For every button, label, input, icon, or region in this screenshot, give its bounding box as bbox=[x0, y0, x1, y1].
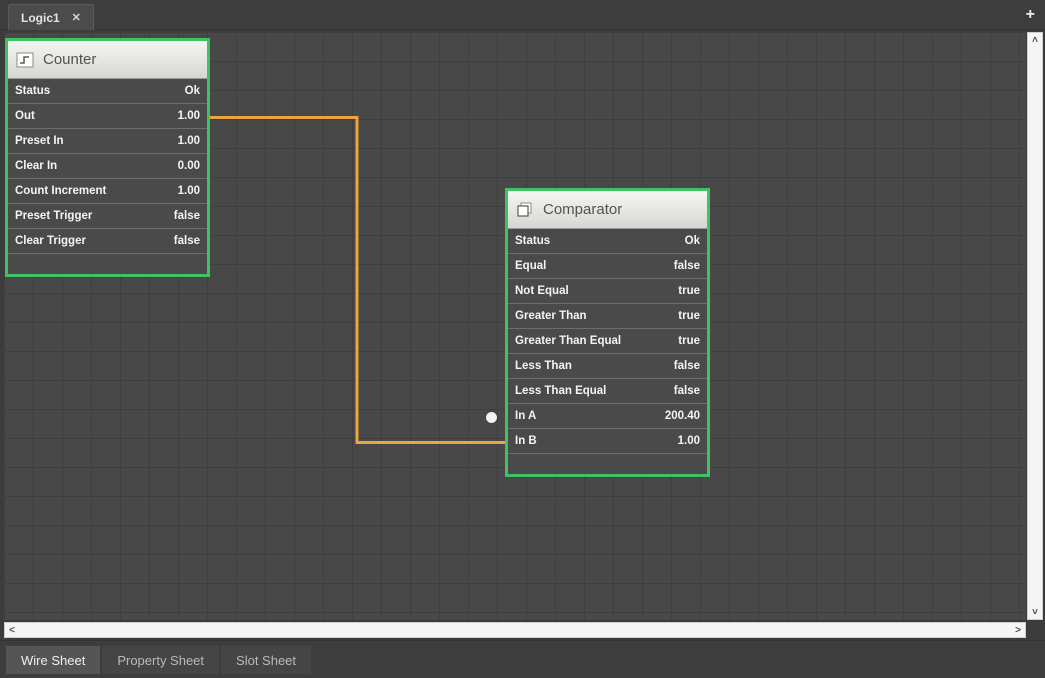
row-preset-trigger[interactable]: Preset Trigger false bbox=[8, 204, 207, 229]
tab-logic1-label: Logic1 bbox=[21, 11, 60, 25]
property-value: false bbox=[674, 385, 700, 397]
row-clear-trigger[interactable]: Clear Trigger false bbox=[8, 229, 207, 254]
property-value: 0.00 bbox=[178, 160, 200, 172]
property-name: Greater Than Equal bbox=[515, 335, 621, 347]
horizontal-scrollbar[interactable]: < > bbox=[4, 622, 1026, 638]
property-name: Not Equal bbox=[515, 285, 569, 297]
property-name: Out bbox=[15, 110, 35, 122]
property-name: Greater Than bbox=[515, 310, 587, 322]
property-name: Less Than Equal bbox=[515, 385, 606, 397]
property-name: Less Than bbox=[515, 360, 572, 372]
scroll-up-icon[interactable]: ˄ bbox=[1028, 33, 1042, 47]
row-greater-than[interactable]: Greater Than true bbox=[508, 304, 707, 329]
row-status[interactable]: Status Ok bbox=[8, 79, 207, 104]
counter-icon bbox=[16, 52, 34, 68]
scroll-down-icon[interactable]: ˅ bbox=[1028, 605, 1042, 619]
row-less-than-equal[interactable]: Less Than Equal false bbox=[508, 379, 707, 404]
property-name: Status bbox=[515, 235, 550, 247]
property-value: false bbox=[174, 210, 200, 222]
row-less-than[interactable]: Less Than false bbox=[508, 354, 707, 379]
row-equal[interactable]: Equal false bbox=[508, 254, 707, 279]
row-clear-in[interactable]: Clear In 0.00 bbox=[8, 154, 207, 179]
property-value: 1.00 bbox=[178, 135, 200, 147]
property-value: 1.00 bbox=[678, 435, 700, 447]
tab-label: Property Sheet bbox=[117, 653, 204, 668]
comparator-icon bbox=[516, 202, 534, 218]
property-name: Clear In bbox=[15, 160, 57, 172]
row-in-a[interactable]: In A 200.40 bbox=[508, 404, 707, 429]
row-status[interactable]: Status Ok bbox=[508, 229, 707, 254]
property-value: Ok bbox=[685, 235, 700, 247]
property-value: true bbox=[678, 310, 700, 322]
block-counter-header[interactable]: Counter bbox=[8, 41, 207, 79]
block-footer bbox=[508, 454, 707, 474]
property-name: In A bbox=[515, 410, 536, 422]
property-name: Status bbox=[15, 85, 50, 97]
tab-label: Slot Sheet bbox=[236, 653, 296, 668]
property-value: false bbox=[674, 360, 700, 372]
property-value: Ok bbox=[185, 85, 200, 97]
block-title: Counter bbox=[43, 51, 96, 68]
property-name: Equal bbox=[515, 260, 546, 272]
row-in-b[interactable]: In B 1.00 bbox=[508, 429, 707, 454]
property-name: In B bbox=[515, 435, 537, 447]
row-count-increment[interactable]: Count Increment 1.00 bbox=[8, 179, 207, 204]
property-value: false bbox=[174, 235, 200, 247]
property-name: Clear Trigger bbox=[15, 235, 86, 247]
property-name: Preset In bbox=[15, 135, 64, 147]
view-tab-bar: Logic1 ✕ + bbox=[0, 0, 1045, 30]
tab-wire-sheet[interactable]: Wire Sheet bbox=[6, 646, 100, 674]
row-out[interactable]: Out 1.00 bbox=[8, 104, 207, 129]
property-name: Preset Trigger bbox=[15, 210, 92, 222]
block-comparator-header[interactable]: Comparator bbox=[508, 191, 707, 229]
close-icon[interactable]: ✕ bbox=[72, 11, 81, 24]
add-tab-button[interactable]: + bbox=[1026, 5, 1035, 25]
block-footer bbox=[8, 254, 207, 274]
wire-sheet-window: Logic1 ✕ + Counter Status bbox=[0, 0, 1045, 678]
property-value: 1.00 bbox=[178, 110, 200, 122]
row-not-equal[interactable]: Not Equal true bbox=[508, 279, 707, 304]
property-value: 200.40 bbox=[665, 410, 700, 422]
row-preset-in[interactable]: Preset In 1.00 bbox=[8, 129, 207, 154]
property-value: true bbox=[678, 335, 700, 347]
property-name: Count Increment bbox=[15, 185, 106, 197]
workspace: Counter Status Ok Out 1.00 Preset In 1.0… bbox=[0, 30, 1045, 640]
property-value: true bbox=[678, 285, 700, 297]
property-value: 1.00 bbox=[178, 185, 200, 197]
tab-property-sheet[interactable]: Property Sheet bbox=[102, 646, 219, 674]
block-comparator[interactable]: Comparator Status Ok Equal false Not Equ… bbox=[505, 188, 710, 477]
vertical-scrollbar[interactable]: ˄ ˅ bbox=[1027, 32, 1043, 620]
row-greater-than-equal[interactable]: Greater Than Equal true bbox=[508, 329, 707, 354]
block-title: Comparator bbox=[543, 201, 622, 218]
connection-dot[interactable] bbox=[486, 412, 497, 423]
scroll-right-icon[interactable]: > bbox=[1011, 623, 1025, 637]
block-counter[interactable]: Counter Status Ok Out 1.00 Preset In 1.0… bbox=[5, 38, 210, 277]
scroll-left-icon[interactable]: < bbox=[5, 623, 19, 637]
tab-label: Wire Sheet bbox=[21, 653, 85, 668]
property-value: false bbox=[674, 260, 700, 272]
tab-logic1[interactable]: Logic1 ✕ bbox=[8, 4, 94, 30]
tab-slot-sheet[interactable]: Slot Sheet bbox=[221, 646, 311, 674]
sheet-tab-bar: Wire Sheet Property Sheet Slot Sheet bbox=[0, 640, 1045, 678]
